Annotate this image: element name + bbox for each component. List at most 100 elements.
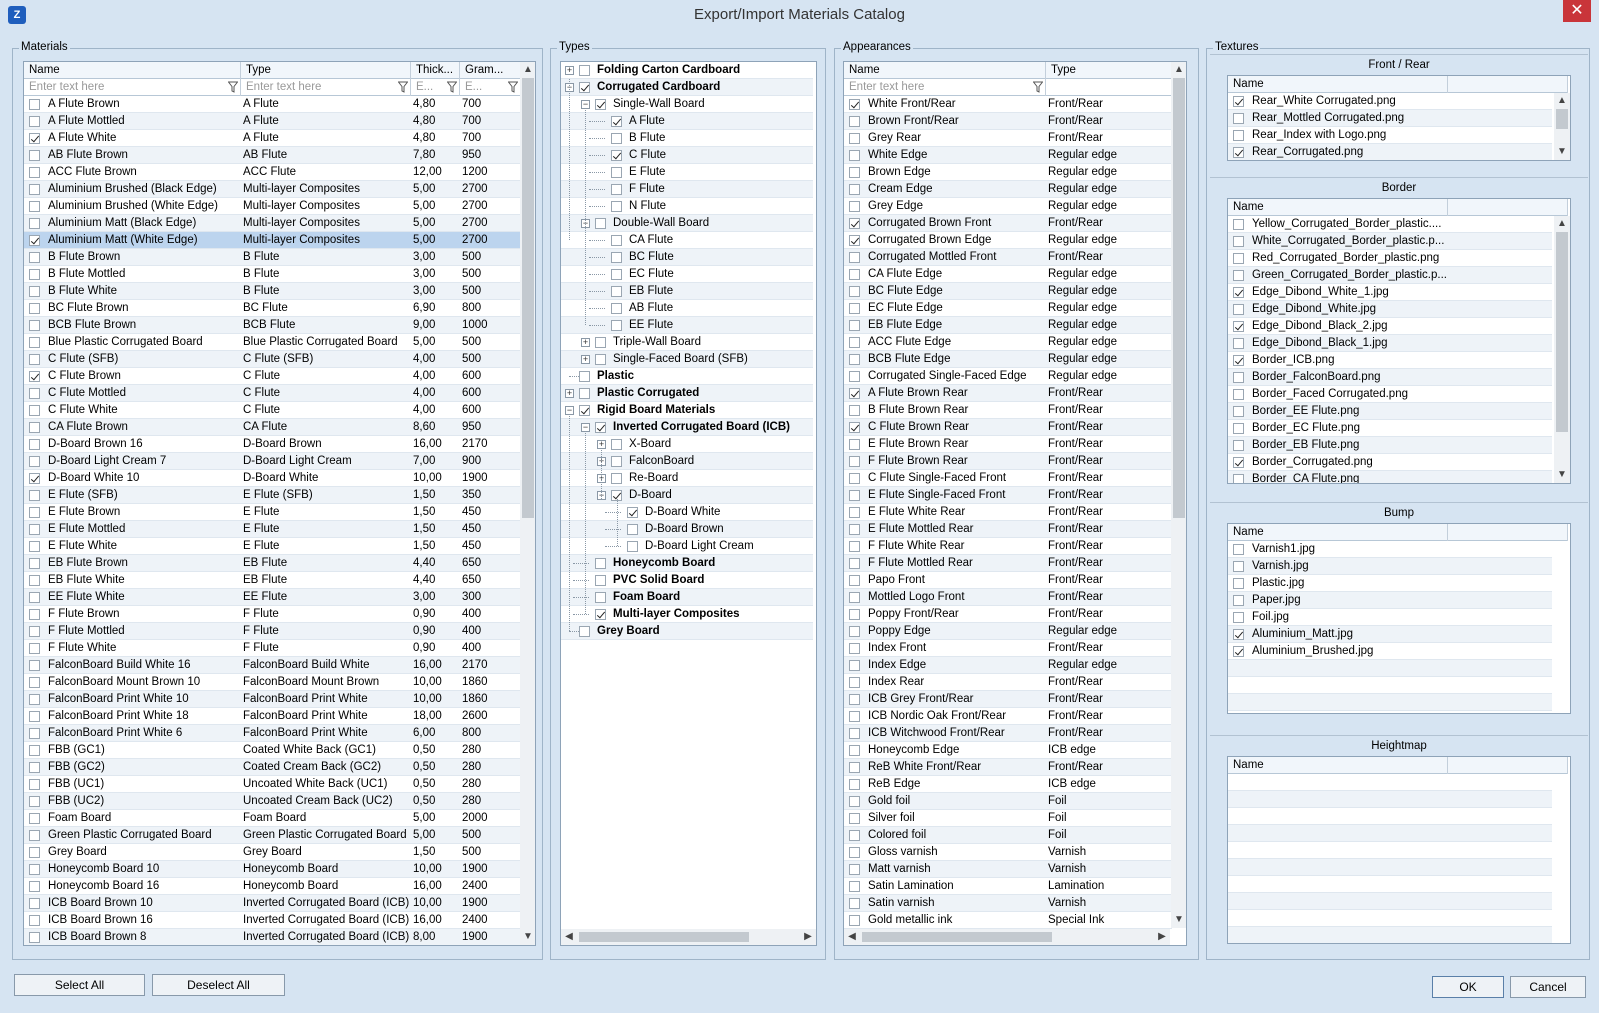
- filter-icon[interactable]: [227, 81, 239, 93]
- tree-node[interactable]: + Single-Faced Board (SFB): [561, 351, 813, 368]
- row-checkbox[interactable]: [29, 541, 40, 552]
- table-row[interactable]: FalconBoard Mount Brown 10 FalconBoard Mo…: [24, 674, 521, 691]
- row-checkbox[interactable]: [849, 898, 860, 909]
- filter-icon[interactable]: [446, 81, 458, 93]
- table-row[interactable]: D-Board Light Cream 7 D-Board Light Cream…: [24, 453, 521, 470]
- table-row[interactable]: FalconBoard Print White 10 FalconBoard Pr…: [24, 691, 521, 708]
- row-checkbox[interactable]: [29, 473, 40, 484]
- expand-icon[interactable]: +: [565, 66, 574, 75]
- tree-checkbox[interactable]: [579, 626, 590, 637]
- row-checkbox[interactable]: [1233, 270, 1244, 281]
- row-checkbox[interactable]: [29, 864, 40, 875]
- table-row[interactable]: Aluminium_Brushed.jpg: [1228, 643, 1552, 660]
- table-row[interactable]: Yellow_Corrugated_Border_plastic....: [1228, 216, 1552, 233]
- tree-checkbox[interactable]: [579, 65, 590, 76]
- tree-node[interactable]: Foam Board: [561, 589, 813, 606]
- scroll-up-icon[interactable]: ▲: [1554, 216, 1570, 232]
- row-checkbox[interactable]: [1233, 372, 1244, 383]
- table-row[interactable]: BC Flute Brown BC Flute 6,90 800: [24, 300, 521, 317]
- row-checkbox[interactable]: [849, 235, 860, 246]
- row-checkbox[interactable]: [1233, 578, 1244, 589]
- table-row[interactable]: EC Flute Edge Regular edge: [844, 300, 1172, 317]
- tree-node[interactable]: Grey Board: [561, 623, 813, 640]
- scrollbar-thumb[interactable]: [579, 932, 749, 942]
- row-checkbox[interactable]: [29, 490, 40, 501]
- table-row[interactable]: Silver foil Foil: [844, 810, 1172, 827]
- tree-checkbox[interactable]: [595, 575, 606, 586]
- column-header-thickness[interactable]: Thick...: [411, 62, 460, 79]
- table-row[interactable]: CA Flute Edge Regular edge: [844, 266, 1172, 283]
- table-row[interactable]: White Front/Rear Front/Rear: [844, 96, 1172, 113]
- row-checkbox[interactable]: [29, 830, 40, 841]
- table-row[interactable]: FBB (UC1) Uncoated White Back (UC1) 0,50 28…: [24, 776, 521, 793]
- table-row[interactable]: ICB Witchwood Front/Rear Front/Rear: [844, 725, 1172, 742]
- row-checkbox[interactable]: [29, 303, 40, 314]
- front-rear-textures-grid[interactable]: Name Rear_White Corrugated.png Rear_Mottle…: [1227, 75, 1571, 161]
- materials-grid[interactable]: Name Type Thick... Gram... Enter text he…: [23, 61, 536, 946]
- materials-vertical-scrollbar[interactable]: ▲ ▼: [520, 62, 535, 945]
- row-checkbox[interactable]: [29, 286, 40, 297]
- tree-checkbox[interactable]: [611, 150, 622, 161]
- row-checkbox[interactable]: [29, 269, 40, 280]
- row-checkbox[interactable]: [29, 898, 40, 909]
- row-checkbox[interactable]: [29, 150, 40, 161]
- row-checkbox[interactable]: [849, 881, 860, 892]
- row-checkbox[interactable]: [849, 694, 860, 705]
- tree-checkbox[interactable]: [595, 99, 606, 110]
- filter-input-type[interactable]: [1046, 79, 1172, 96]
- column-header-name[interactable]: Name: [1228, 76, 1448, 93]
- row-checkbox[interactable]: [849, 99, 860, 110]
- table-row[interactable]: EB Flute Edge Regular edge: [844, 317, 1172, 334]
- table-row[interactable]: Cream Edge Regular edge: [844, 181, 1172, 198]
- row-checkbox[interactable]: [29, 422, 40, 433]
- row-checkbox[interactable]: [849, 405, 860, 416]
- table-row[interactable]: Papo Front Front/Rear: [844, 572, 1172, 589]
- table-row[interactable]: E Flute Single-Faced Front Front/Rear: [844, 487, 1172, 504]
- tree-checkbox[interactable]: [611, 320, 622, 331]
- table-row[interactable]: FBB (GC2) Coated Cream Back (GC2) 0,50 280: [24, 759, 521, 776]
- table-row[interactable]: Red_Corrugated_Border_plastic.png: [1228, 250, 1552, 267]
- scrollbar-thumb[interactable]: [1556, 232, 1568, 432]
- row-checkbox[interactable]: [29, 881, 40, 892]
- row-checkbox[interactable]: [849, 439, 860, 450]
- cancel-button[interactable]: Cancel: [1510, 976, 1586, 998]
- table-row[interactable]: Mottled Logo Front Front/Rear: [844, 589, 1172, 606]
- row-checkbox[interactable]: [29, 575, 40, 586]
- table-row[interactable]: ICB Nordic Oak Front/Rear Front/Rear: [844, 708, 1172, 725]
- tree-checkbox[interactable]: [595, 354, 606, 365]
- tree-node[interactable]: EC Flute: [561, 266, 813, 283]
- table-row[interactable]: ACC Flute Edge Regular edge: [844, 334, 1172, 351]
- table-row[interactable]: Grey Edge Regular edge: [844, 198, 1172, 215]
- table-row[interactable]: Edge_Dibond_White_1.jpg: [1228, 284, 1552, 301]
- tree-checkbox[interactable]: [595, 422, 606, 433]
- tree-node[interactable]: + Triple-Wall Board: [561, 334, 813, 351]
- appearances-grid[interactable]: Name Type Enter text here White Front/Re…: [843, 61, 1187, 946]
- table-row[interactable]: Edge_Dibond_Black_2.jpg: [1228, 318, 1552, 335]
- filter-input-thickness[interactable]: E...: [411, 79, 460, 96]
- table-row[interactable]: Border_EB Flute.png: [1228, 437, 1552, 454]
- table-row[interactable]: E Flute (SFB) E Flute (SFB) 1,50 350: [24, 487, 521, 504]
- row-checkbox[interactable]: [1233, 338, 1244, 349]
- table-row[interactable]: Paper.jpg: [1228, 592, 1552, 609]
- row-checkbox[interactable]: [1233, 646, 1244, 657]
- tree-node[interactable]: − D-Board: [561, 487, 813, 504]
- table-row[interactable]: D-Board White 10 D-Board White 10,00 1900: [24, 470, 521, 487]
- tree-node[interactable]: Multi-layer Composites: [561, 606, 813, 623]
- row-checkbox[interactable]: [849, 218, 860, 229]
- row-checkbox[interactable]: [1233, 219, 1244, 230]
- row-checkbox[interactable]: [29, 456, 40, 467]
- row-checkbox[interactable]: [1233, 561, 1244, 572]
- row-checkbox[interactable]: [849, 252, 860, 263]
- tree-node[interactable]: EE Flute: [561, 317, 813, 334]
- tree-checkbox[interactable]: [611, 252, 622, 263]
- row-checkbox[interactable]: [1233, 113, 1244, 124]
- row-checkbox[interactable]: [29, 99, 40, 110]
- tree-checkbox[interactable]: [595, 218, 606, 229]
- row-checkbox[interactable]: [849, 354, 860, 365]
- table-row[interactable]: FBB (GC1) Coated White Back (GC1) 0,50 280: [24, 742, 521, 759]
- scroll-down-icon[interactable]: ▼: [520, 929, 535, 945]
- row-checkbox[interactable]: [29, 252, 40, 263]
- tree-checkbox[interactable]: [595, 337, 606, 348]
- row-checkbox[interactable]: [29, 439, 40, 450]
- tree-checkbox[interactable]: [595, 558, 606, 569]
